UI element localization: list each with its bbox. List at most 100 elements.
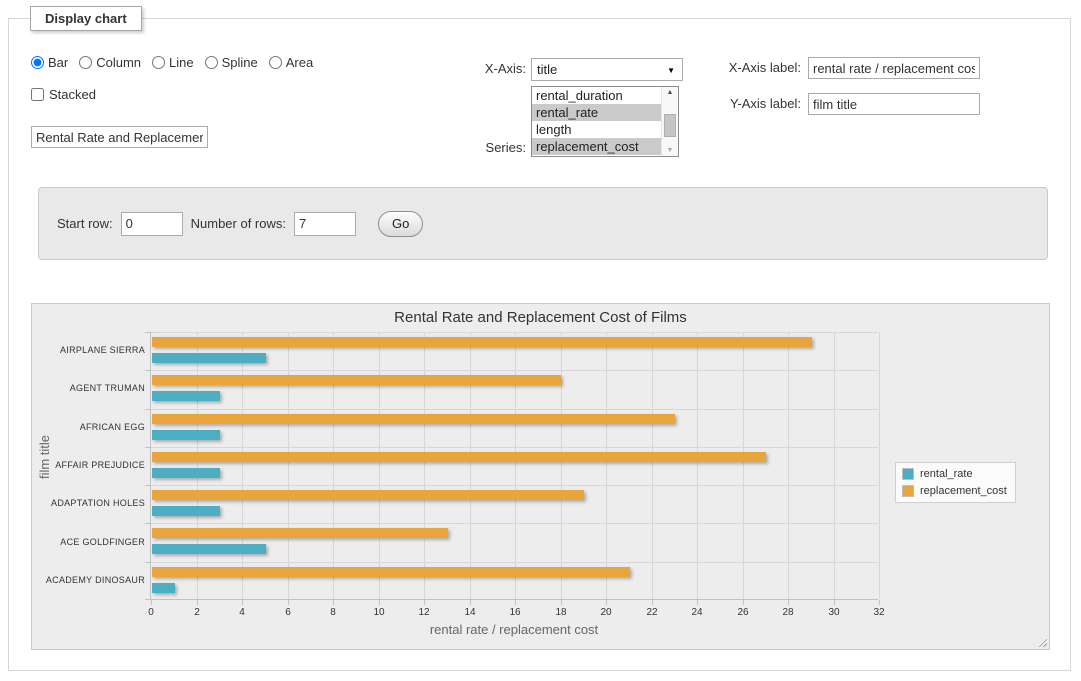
x-tick-label: 2 [182, 607, 212, 618]
grid-line-horizontal [151, 332, 878, 333]
x-axis-tick [515, 600, 516, 605]
chart-type-option-bar[interactable]: Bar [31, 55, 68, 70]
grid-line-horizontal [151, 370, 878, 371]
chart-type-radio-bar[interactable] [31, 56, 44, 69]
x-axis-tick [424, 600, 425, 605]
grid-line-vertical [743, 332, 744, 599]
grid-line-horizontal [151, 447, 878, 448]
xaxis-label-input[interactable] [808, 57, 980, 79]
scrollbar-up-icon[interactable]: ▲ [662, 89, 678, 96]
grid-line-horizontal [151, 485, 878, 486]
grid-line-vertical [561, 332, 562, 599]
go-button[interactable]: Go [378, 211, 423, 237]
x-axis-tick [606, 600, 607, 605]
chart-type-option-spline[interactable]: Spline [205, 55, 258, 70]
bar-rental_rate [152, 544, 266, 554]
y-axis-tick [145, 447, 151, 448]
plot-area: AIRPLANE SIERRAAGENT TRUMANAFRICAN EGGAF… [150, 332, 878, 600]
scrollbar-thumb[interactable] [664, 114, 676, 137]
series-option-rental_rate[interactable]: rental_rate [532, 104, 661, 121]
bar-rental_rate [152, 391, 220, 401]
start-row-label: Start row: [57, 216, 113, 231]
chart-type-option-label: Bar [48, 55, 68, 70]
x-tick-label: 20 [591, 607, 621, 618]
display-chart-panel: Display chart BarColumnLineSplineArea St… [8, 18, 1071, 671]
category-label: ADAPTATION HOLES [35, 498, 145, 508]
resize-handle-icon[interactable] [1036, 636, 1047, 647]
chart-type-option-label: Column [96, 55, 141, 70]
category-label: ACADEMY DINOSAUR [35, 575, 145, 585]
x-tick-label: 30 [819, 607, 849, 618]
start-row-input[interactable] [121, 212, 183, 236]
yaxis-label-input[interactable] [808, 93, 980, 115]
scrollbar-down-icon[interactable]: ▼ [662, 147, 678, 154]
legend-label: replacement_cost [920, 485, 1007, 497]
grid-line-vertical [879, 332, 880, 599]
series-option-replacement_cost[interactable]: replacement_cost [532, 138, 661, 155]
series-listbox[interactable]: rental_durationrental_ratelengthreplacem… [531, 86, 679, 157]
legend-label: rental_rate [920, 468, 973, 480]
legend-swatch-replacement_cost [902, 485, 914, 497]
x-axis-tick [242, 600, 243, 605]
bar-replacement_cost [152, 375, 561, 385]
chart-type-option-label: Area [286, 55, 313, 70]
stacked-option[interactable]: Stacked [31, 87, 96, 102]
xaxis-select[interactable]: title ▼ [531, 58, 683, 81]
series-option-length[interactable]: length [532, 121, 661, 138]
x-tick-label: 28 [773, 607, 803, 618]
x-axis-tick [788, 600, 789, 605]
x-axis-tick [379, 600, 380, 605]
bar-rental_rate [152, 506, 220, 516]
x-tick-label: 32 [864, 607, 894, 618]
x-tick-label: 8 [318, 607, 348, 618]
x-axis-tick [151, 600, 152, 605]
grid-line-vertical [288, 332, 289, 599]
series-options: rental_durationrental_ratelengthreplacem… [532, 87, 678, 155]
chart-type-option-label: Line [169, 55, 194, 70]
x-axis-tick [879, 600, 880, 605]
legend-item-replacement_cost[interactable]: replacement_cost [902, 485, 1007, 497]
category-label: AGENT TRUMAN [35, 383, 145, 393]
chart-container: Rental Rate and Replacement Cost of Film… [31, 303, 1050, 650]
category-label: ACE GOLDFINGER [35, 537, 145, 547]
stacked-checkbox[interactable] [31, 88, 44, 101]
grid-line-vertical [333, 332, 334, 599]
yaxis-label-caption: Y-Axis label: [689, 93, 801, 115]
grid-line-vertical [788, 332, 789, 599]
chart-type-radio-spline[interactable] [205, 56, 218, 69]
x-axis-tick [197, 600, 198, 605]
series-scrollbar[interactable]: ▲ ▼ [661, 87, 678, 156]
x-tick-label: 12 [409, 607, 439, 618]
row-controls: Start row: Number of rows: Go [38, 187, 1048, 260]
chart-type-option-column[interactable]: Column [79, 55, 141, 70]
y-axis-tick [145, 485, 151, 486]
y-axis-tick [145, 562, 151, 563]
chart-title-input[interactable] [31, 126, 208, 148]
bar-rental_rate [152, 430, 220, 440]
chart-type-radio-column[interactable] [79, 56, 92, 69]
chart-type-radio-area[interactable] [269, 56, 282, 69]
x-tick-label: 26 [728, 607, 758, 618]
legend-item-rental_rate[interactable]: rental_rate [902, 468, 1007, 480]
series-option-rental_duration[interactable]: rental_duration [532, 87, 661, 104]
panel-title: Display chart [30, 6, 142, 31]
bar-replacement_cost [152, 337, 812, 347]
x-tick-label: 4 [227, 607, 257, 618]
xaxis-label-caption: X-Axis label: [689, 57, 801, 79]
legend-swatch-rental_rate [902, 468, 914, 480]
grid-line-vertical [515, 332, 516, 599]
chart-type-option-line[interactable]: Line [152, 55, 194, 70]
grid-line-horizontal [151, 562, 878, 563]
bar-replacement_cost [152, 490, 584, 500]
chart-type-radio-line[interactable] [152, 56, 165, 69]
x-axis-tick [470, 600, 471, 605]
chart-type-option-area[interactable]: Area [269, 55, 313, 70]
xaxis-select-value: title [537, 62, 557, 77]
grid-line-vertical [379, 332, 380, 599]
bar-replacement_cost [152, 567, 630, 577]
x-tick-label: 14 [455, 607, 485, 618]
x-axis-tick [834, 600, 835, 605]
x-tick-label: 18 [546, 607, 576, 618]
number-of-rows-input[interactable] [294, 212, 356, 236]
x-tick-label: 16 [500, 607, 530, 618]
